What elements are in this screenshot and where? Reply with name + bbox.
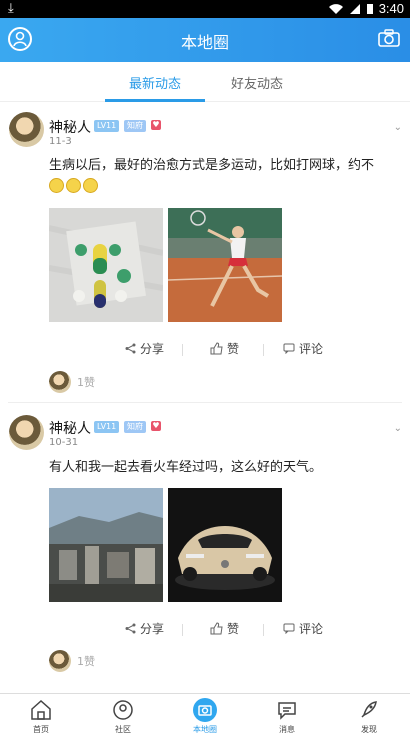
post-actions: 分享 赞 评论 <box>0 340 410 360</box>
comment-button[interactable]: 评论 <box>283 620 323 637</box>
share-button[interactable]: 分享 <box>125 620 164 637</box>
likes-count: 1赞 <box>77 376 95 389</box>
nav-discover[interactable]: 发现 <box>328 694 410 734</box>
wifi-icon <box>328 3 343 14</box>
post-author[interactable]: 神秘人 <box>49 418 91 438</box>
avatar[interactable] <box>9 112 44 147</box>
status-bar: ⤓ 3:40 <box>0 0 410 18</box>
heart-icon: ♥ <box>151 120 161 130</box>
app-header: 本地圈 <box>0 18 410 62</box>
nav-community[interactable]: 社区 <box>82 694 164 734</box>
avatar[interactable] <box>49 650 71 672</box>
emoji-icon <box>49 178 64 193</box>
feed-tabs: 最新动态 好友动态 <box>0 62 410 102</box>
level-badge: LV11 <box>94 120 120 132</box>
action-divider <box>263 624 264 636</box>
post-author[interactable]: 神秘人 <box>49 117 91 137</box>
camera-icon[interactable] <box>378 29 400 47</box>
likes-count: 1赞 <box>77 655 95 668</box>
title-badge: 知府 <box>124 421 146 433</box>
thumbs-up-icon <box>210 622 223 635</box>
discover-icon <box>361 701 377 718</box>
status-time: 3:40 <box>378 1 404 16</box>
post-photo-tennis[interactable] <box>168 208 282 322</box>
post-actions: 分享 赞 评论 <box>0 620 410 640</box>
download-icon: ⤓ <box>8 1 14 16</box>
chevron-down-icon[interactable]: ⌄ <box>394 423 402 434</box>
share-icon <box>125 623 136 634</box>
avatar[interactable] <box>49 371 71 393</box>
post-photo-city[interactable] <box>49 488 163 602</box>
post-divider <box>8 402 402 403</box>
signal-icon <box>349 3 360 14</box>
avatar[interactable] <box>9 415 44 450</box>
likes-row: 1赞 <box>49 650 95 672</box>
message-icon <box>278 702 296 720</box>
nav-home[interactable]: 首页 <box>0 694 82 734</box>
comment-icon <box>283 623 295 634</box>
title-badge: 知府 <box>124 120 146 132</box>
tab-friends[interactable]: 好友动态 <box>231 73 283 92</box>
home-icon <box>31 699 51 720</box>
post-photo-pills[interactable] <box>49 208 163 322</box>
post-photo-car[interactable] <box>168 488 282 602</box>
local-circle-icon <box>193 698 217 722</box>
community-icon <box>113 700 133 720</box>
post-date: 11-3 <box>49 136 72 147</box>
level-badge: LV11 <box>94 421 120 433</box>
emoji-icon <box>66 178 81 193</box>
nav-local-circle[interactable]: 本地圈 <box>164 694 246 734</box>
action-divider <box>182 624 183 636</box>
action-divider <box>263 344 264 356</box>
post-text: 有人和我一起去看火车经过吗，这么好的天气。 <box>49 460 323 475</box>
bottom-nav: 首页 社区 本地圈 消息 发现 <box>0 693 410 734</box>
action-divider <box>182 344 183 356</box>
emoji-icon <box>83 178 98 193</box>
post-card: 神秘人 LV11 知府 ♥ 11-3 ⌄ 生病以后，最好的治愈方式是多运动，比如… <box>0 102 410 402</box>
nav-messages[interactable]: 消息 <box>246 694 328 734</box>
post-date: 10-31 <box>49 437 79 448</box>
likes-row: 1赞 <box>49 371 95 393</box>
comment-button[interactable]: 评论 <box>283 340 323 357</box>
heart-icon: ♥ <box>151 421 161 431</box>
post-card: 神秘人 LV11 知府 ♥ 10-31 ⌄ 有人和我一起去看火车经过吗，这么好的… <box>0 405 410 693</box>
like-button[interactable]: 赞 <box>210 340 239 357</box>
comment-icon <box>283 343 295 354</box>
chevron-down-icon[interactable]: ⌄ <box>394 122 402 133</box>
battery-icon <box>366 3 373 14</box>
share-icon <box>125 343 136 354</box>
tab-latest[interactable]: 最新动态 <box>129 73 181 92</box>
thumbs-up-icon <box>210 342 223 355</box>
post-text: 生病以后，最好的治愈方式是多运动，比如打网球，约不 <box>49 155 379 199</box>
share-button[interactable]: 分享 <box>125 340 164 357</box>
like-button[interactable]: 赞 <box>210 620 239 637</box>
page-title: 本地圈 <box>180 33 229 52</box>
